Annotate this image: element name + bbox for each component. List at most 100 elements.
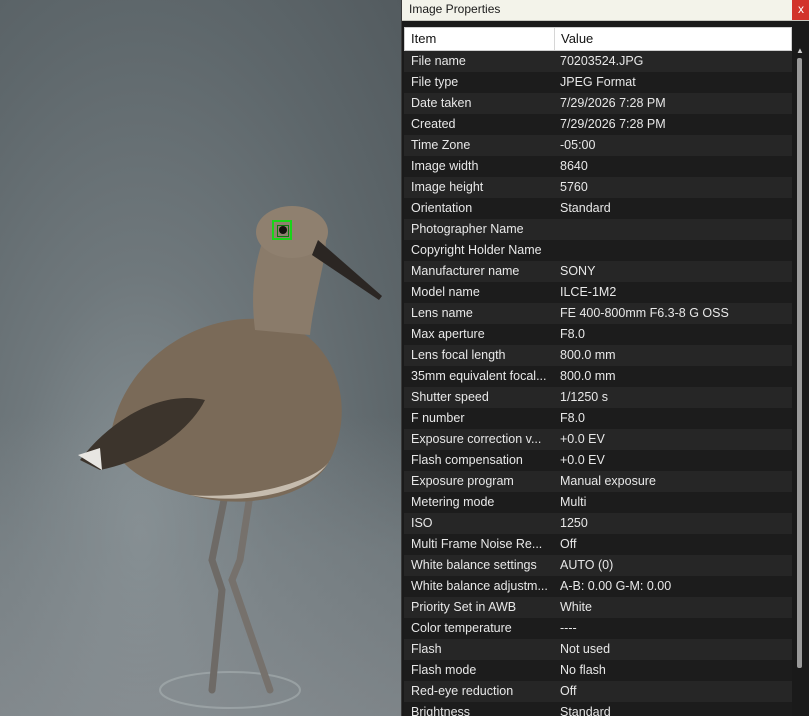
table-row[interactable]: File type JPEG Format — [404, 72, 792, 93]
table-row[interactable]: Model name ILCE-1M2 — [404, 282, 792, 303]
row-item-label: Date taken — [411, 96, 472, 110]
bird-photo — [78, 206, 382, 709]
row-item-label: Lens focal length — [411, 348, 506, 362]
table-row[interactable]: White balance settings AUTO (0) — [404, 555, 792, 576]
row-value: ILCE-1M2 — [560, 285, 617, 299]
scroll-up-arrow-icon[interactable]: ▲ — [796, 46, 804, 56]
row-value: 70203524.JPG — [560, 54, 644, 68]
row-item-label: 35mm equivalent focal... — [411, 369, 547, 383]
row-value: 5760 — [560, 180, 588, 194]
table-body: File name 70203524.JPG File type JPEG Forma… — [404, 51, 792, 716]
row-item-label: Manufacturer name — [411, 264, 520, 278]
table-row[interactable]: White balance adjustm... A-B: 0.00 G-M: 0… — [404, 576, 792, 597]
row-value: AUTO (0) — [560, 558, 614, 572]
row-item-label: Priority Set in AWB — [411, 600, 517, 614]
row-value: 1/1250 s — [560, 390, 608, 404]
row-value: F8.0 — [560, 411, 586, 425]
row-value: JPEG Format — [560, 75, 636, 89]
table-row[interactable]: Photographer Name — [404, 219, 792, 240]
table-row[interactable]: Image height 5760 — [404, 177, 792, 198]
row-item-label: Metering mode — [411, 495, 495, 509]
table-row[interactable]: Time Zone -05:00 — [404, 135, 792, 156]
row-item-label: Image width — [411, 159, 479, 173]
row-value: Standard — [560, 201, 611, 215]
table-row[interactable]: Date taken 7/29/2026 7:28 PM — [404, 93, 792, 114]
row-value: +0.0 EV — [560, 453, 605, 467]
table-row[interactable]: Image width 8640 — [404, 156, 792, 177]
close-button[interactable]: x — [792, 0, 809, 20]
table-row[interactable]: Exposure program Manual exposure — [404, 471, 792, 492]
table-row[interactable]: Lens focal length 800.0 mm — [404, 345, 792, 366]
table-row[interactable]: Lens name FE 400-800mm F6.3-8 G OSS — [404, 303, 792, 324]
image-properties-panel: Image Properties x Item Value File name 7… — [401, 0, 809, 716]
row-value: Off — [560, 684, 577, 698]
window-title: Image Properties — [409, 2, 501, 16]
row-value: 8640 — [560, 159, 588, 173]
table-header: Item Value — [404, 27, 792, 51]
table-row[interactable]: Color temperature ---- — [404, 618, 792, 639]
column-header-item[interactable]: Item — [405, 28, 555, 50]
row-value: +0.0 EV — [560, 432, 605, 446]
row-value: A-B: 0.00 G-M: 0.00 — [560, 579, 672, 593]
row-value — [554, 219, 792, 240]
row-item-label: Flash compensation — [411, 453, 523, 467]
row-item-label: Model name — [411, 285, 480, 299]
row-item-label: Shutter speed — [411, 390, 489, 404]
table-row[interactable]: Manufacturer name SONY — [404, 261, 792, 282]
vertical-scrollbar[interactable]: ▲ — [795, 46, 805, 716]
row-item-label: Flash mode — [411, 663, 477, 677]
row-item-label: Photographer Name — [411, 222, 524, 236]
row-item-label: Orientation — [411, 201, 473, 215]
row-item-label: White balance adjustm... — [411, 579, 548, 593]
table-row[interactable]: Multi Frame Noise Re... Off — [404, 534, 792, 555]
row-value: Off — [560, 537, 577, 551]
row-value: -05:00 — [560, 138, 596, 152]
table-row[interactable]: Brightness Standard — [404, 702, 792, 716]
row-value: Multi — [560, 495, 587, 509]
scrollbar-thumb[interactable] — [797, 58, 802, 668]
table-row[interactable]: Flash mode No flash — [404, 660, 792, 681]
table-row[interactable]: Flash Not used — [404, 639, 792, 660]
row-item-label: Image height — [411, 180, 484, 194]
row-item-label: Max aperture — [411, 327, 485, 341]
table-row[interactable]: Max aperture F8.0 — [404, 324, 792, 345]
row-value: 1250 — [560, 516, 588, 530]
column-header-value[interactable]: Value — [555, 28, 791, 50]
row-item-label: Brightness — [411, 705, 471, 716]
row-item-label: File name — [411, 54, 466, 68]
row-item-label: F number — [411, 411, 465, 425]
table-row[interactable]: Orientation Standard — [404, 198, 792, 219]
row-value: 800.0 mm — [560, 369, 616, 383]
table-row[interactable]: File name 70203524.JPG — [404, 51, 792, 72]
table-row[interactable]: Red-eye reduction Off — [404, 681, 792, 702]
row-value: 7/29/2026 7:28 PM — [560, 96, 666, 110]
row-item-label: Lens name — [411, 306, 473, 320]
table-row[interactable]: Copyright Holder Name — [404, 240, 792, 261]
row-item-label: Exposure program — [411, 474, 514, 488]
row-item-label: File type — [411, 75, 459, 89]
row-item-label: ISO — [411, 516, 433, 530]
table-row[interactable]: Exposure correction v... +0.0 EV — [404, 429, 792, 450]
table-row[interactable]: F number F8.0 — [404, 408, 792, 429]
row-value: Manual exposure — [560, 474, 656, 488]
row-item-label: Flash — [411, 642, 442, 656]
row-item-label: Exposure correction v... — [411, 432, 542, 446]
table-row[interactable]: Created 7/29/2026 7:28 PM — [404, 114, 792, 135]
focus-point-frame — [272, 220, 292, 240]
row-value: Standard — [560, 705, 611, 716]
row-value: F8.0 — [560, 327, 586, 341]
row-value: ---- — [560, 621, 577, 635]
table-row[interactable]: 35mm equivalent focal... 800.0 mm — [404, 366, 792, 387]
row-value: FE 400-800mm F6.3-8 G OSS — [560, 306, 729, 320]
row-item-label: Color temperature — [411, 621, 512, 635]
table-row[interactable]: Shutter speed 1/1250 s — [404, 387, 792, 408]
table-row[interactable]: Priority Set in AWB White — [404, 597, 792, 618]
row-value: 7/29/2026 7:28 PM — [560, 117, 666, 131]
row-item-label: Copyright Holder Name — [411, 243, 542, 257]
row-value — [554, 240, 792, 261]
table-row[interactable]: ISO 1250 — [404, 513, 792, 534]
table-row[interactable]: Flash compensation +0.0 EV — [404, 450, 792, 471]
table-row[interactable]: Metering mode Multi — [404, 492, 792, 513]
row-value: White — [560, 600, 592, 614]
row-value: Not used — [560, 642, 611, 656]
